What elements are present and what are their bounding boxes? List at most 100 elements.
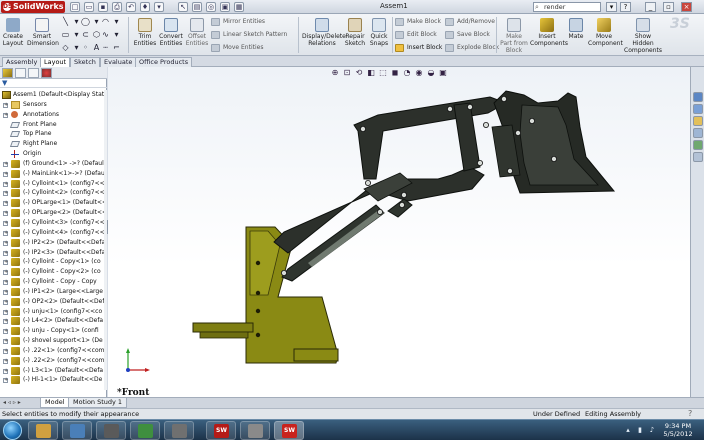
file-properties-icon[interactable]: ▤ [192,2,202,12]
sketch-fillet-icon[interactable]: ⌐ [112,43,121,52]
linear-sketch-pattern-button[interactable]: Linear Sketch Pattern [211,31,287,39]
tilt-cylinder[interactable] [387,198,413,218]
view-options-icon[interactable]: ▦ [234,2,244,12]
expand-icon[interactable]: + [3,230,8,236]
search-dropdown-icon[interactable]: ▾ [606,2,617,12]
expand-icon[interactable]: + [3,250,8,256]
taskbar-solidworks-2[interactable]: SW [274,421,304,440]
upper-link[interactable] [353,96,508,180]
point-icon[interactable]: ◦ [81,43,90,52]
expand-icon[interactable]: + [3,240,8,246]
expand-icon[interactable]: + [3,191,8,197]
expand-icon[interactable]: + [3,201,8,207]
print-icon[interactable]: ⎙ [112,2,122,12]
feature-manager-tab[interactable] [2,68,13,78]
custom-properties-icon[interactable] [693,152,703,162]
help-icon[interactable]: ? [620,2,631,12]
move-component-button[interactable]: Move Component [588,18,623,47]
taskbar-solidworks-1[interactable]: SW [206,421,236,440]
tree-item[interactable]: + (-) IP2<2> (Default<<Defa [0,238,104,248]
tree-item[interactable]: Top Plane [0,129,104,139]
tree-item[interactable]: + Sensors [0,100,104,110]
expand-icon[interactable]: + [3,161,8,167]
circle-icon[interactable]: ◯ [81,17,90,26]
move-entities-button[interactable]: Move Entities [211,44,263,52]
tree-item[interactable]: + (-) Hl-1<1> (Default<<De [0,375,104,385]
minimize-button[interactable]: _ [645,2,656,12]
tree-item[interactable]: Right Plane [0,139,104,149]
expand-icon[interactable]: + [3,329,8,335]
new-document-icon[interactable]: □ [70,2,80,12]
maximize-button[interactable]: ▫ [663,2,674,12]
tab-motion-study[interactable]: Motion Study 1 [68,398,128,408]
open-icon[interactable]: ▭ [84,2,94,12]
appearances-icon[interactable] [693,140,703,150]
expand-icon[interactable]: + [3,358,8,364]
circle-dropdown-icon[interactable]: ▾ [92,17,101,26]
expand-icon[interactable]: + [3,339,8,345]
slot-icon[interactable]: ⊂ [81,30,90,39]
arc-dropdown-icon[interactable]: ▾ [112,17,121,26]
create-layout-button[interactable]: Create Layout [2,18,24,47]
expand-icon[interactable]: + [3,319,8,325]
tree-item[interactable]: + (-) Cylloint<3> (config7<< [0,218,104,228]
tree-item[interactable]: + (-) OP2<2> (Default<<Defa [0,297,104,307]
taskbar-clock[interactable]: 9:34 PM 5/5/2012 [660,422,696,438]
tab-layout[interactable]: Layout [40,57,71,67]
start-button[interactable] [3,421,22,440]
expand-icon[interactable]: + [3,260,8,266]
view-palette-icon[interactable] [693,128,703,138]
expand-icon[interactable]: + [3,289,8,295]
rectangle-dropdown-icon[interactable]: ▾ [72,30,81,39]
rebuild-icon[interactable]: ♦ [140,2,150,12]
tree-item[interactable]: + (-) L4<2> (Default<<Defa [0,316,104,326]
network-icon[interactable]: ▮ [636,426,644,434]
save-icon[interactable]: ▪ [98,2,108,12]
undo-icon[interactable]: ↶ [126,2,136,12]
trim-entities-button[interactable]: Trim Entities [133,18,157,47]
tab-sketch[interactable]: Sketch [70,57,100,67]
line-icon[interactable]: ╲ [61,17,70,26]
quick-snaps-button[interactable]: Quick Snaps [368,18,390,47]
bucket[interactable] [491,90,616,194]
add-remove-button[interactable]: Add/Remove [445,18,495,26]
search-input[interactable]: ⌕ render [533,2,601,12]
tab-evaluate[interactable]: Evaluate [100,57,137,67]
expand-icon[interactable]: + [3,280,8,286]
convert-entities-button[interactable]: Convert Entities [158,18,184,47]
expand-icon[interactable]: + [3,309,8,315]
taskbar-app-3[interactable] [96,421,126,440]
expand-icon[interactable]: + [3,211,8,217]
tree-item[interactable]: Origin [0,149,104,159]
resources-icon[interactable] [693,92,703,102]
tree-root-assembly[interactable]: Assem1 (Default<Display State- [0,90,104,100]
property-manager-tab[interactable] [15,68,26,78]
tree-item[interactable]: + (-) shovel support<1> (De [0,336,104,346]
help-status-icon[interactable]: ? [688,409,692,419]
tree-item[interactable]: + (-) L3<1> (Default<<Defa [0,366,104,376]
tree-item[interactable]: + (-) Cylloint - Copy<2> (co [0,267,104,277]
tab-model[interactable]: Model [40,398,70,408]
tab-assembly[interactable]: Assembly [2,57,42,67]
expand-icon[interactable]: + [3,102,8,108]
explode-block-button[interactable]: Explode Block [445,44,499,52]
tree-item[interactable]: + (-) unju<1> (config7<<co [0,307,104,317]
solidworks-logo[interactable]: DS SolidWorks [1,1,65,13]
spline-icon[interactable]: ∿ [101,30,110,39]
ground-frame[interactable] [192,226,339,364]
expand-icon[interactable]: + [3,299,8,305]
tree-item[interactable]: + (-) Cylloint<4> (config7<< [0,228,104,238]
tray-arrow-icon[interactable]: ▴ [624,426,632,434]
spline-dropdown-icon[interactable]: ▾ [112,30,121,39]
display-delete-relations-button[interactable]: Display/Delete Relations [302,18,346,47]
tree-filter[interactable]: ▼ [0,79,107,88]
file-explorer-icon[interactable] [693,116,703,126]
expand-icon[interactable]: + [3,181,8,187]
tree-item[interactable]: + (-) unju - Copy<1> (confi [0,326,104,336]
expand-icon[interactable]: + [3,112,8,118]
tree-item[interactable]: + (f) Ground<1> ->? (Defaul [0,159,104,169]
text-icon[interactable]: A [92,43,101,52]
offset-entities-button[interactable]: Offset Entities [185,18,209,47]
centerline-icon[interactable]: ┄ [101,43,110,52]
expand-icon[interactable]: + [3,348,8,354]
